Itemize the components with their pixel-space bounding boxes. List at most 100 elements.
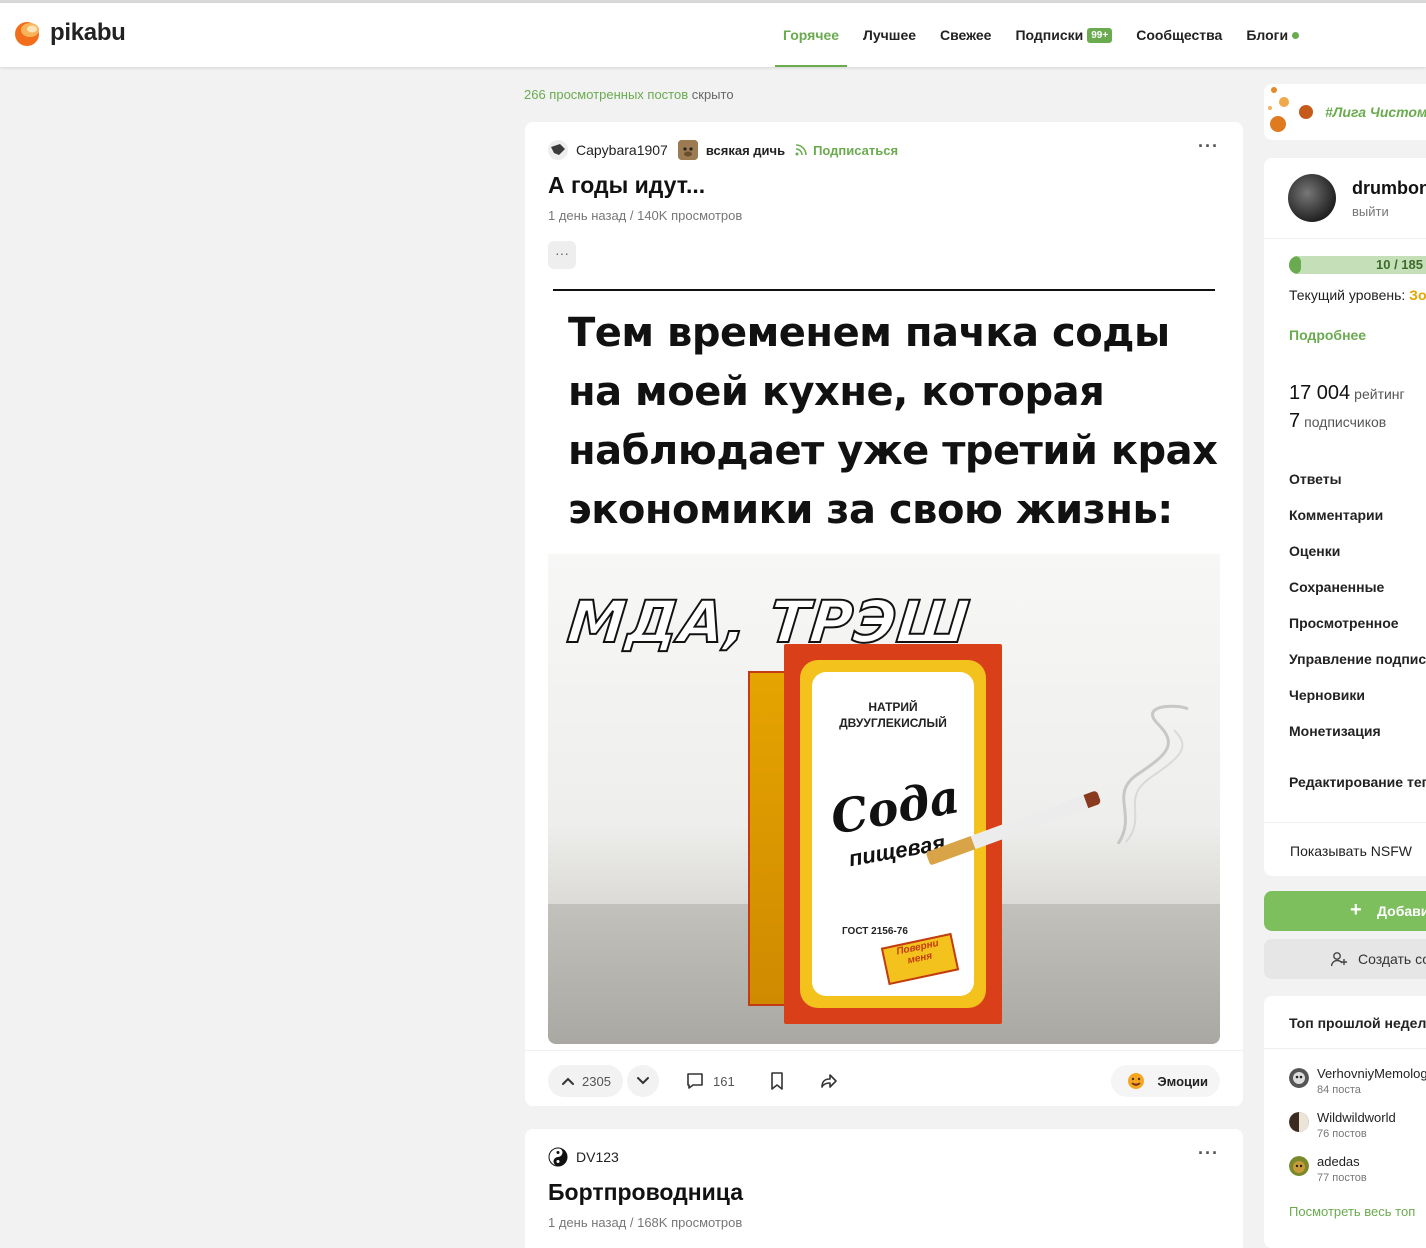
menu-saved[interactable]: Сохраненные — [1289, 579, 1384, 595]
nav-communities[interactable]: Сообщества — [1128, 3, 1230, 67]
level-progress: 10 / 185 — [1289, 256, 1426, 274]
emotions-label: Эмоции — [1157, 1073, 1208, 1089]
share-icon — [821, 1074, 837, 1088]
top-user-item[interactable]: VerhovniyMemolog 84 поста — [1289, 1066, 1426, 1096]
community-avatar[interactable] — [677, 140, 698, 160]
top-user-name: adedas — [1317, 1154, 1360, 1169]
nav-hot[interactable]: Горячее — [775, 3, 848, 67]
chevron-down-icon — [636, 1077, 649, 1085]
league-banner[interactable]: #Лига Чистомэ — [1264, 84, 1426, 140]
hidden-posts-link[interactable]: 266 просмотренных постов — [524, 87, 688, 102]
comments-button[interactable]: 161 — [685, 1065, 735, 1097]
current-level: Текущий уровень: Зо — [1289, 287, 1426, 303]
rating-label: рейтинг — [1354, 386, 1405, 402]
menu-comments[interactable]: Комментарии — [1289, 507, 1383, 523]
subscribe-button[interactable]: Подписаться — [795, 143, 898, 158]
top-user-item[interactable]: adedas 77 постов — [1289, 1154, 1367, 1184]
meme-caption: Тем временем пачка соды на моей кухне, к… — [568, 304, 1218, 540]
hidden-posts-suffix: скрыто — [691, 87, 734, 102]
emoji-icon — [1128, 1073, 1145, 1089]
nav-communities-label: Сообщества — [1136, 27, 1223, 43]
bookmark-icon — [771, 1072, 783, 1090]
author-avatar[interactable] — [548, 140, 568, 160]
menu-viewed[interactable]: Просмотренное — [1289, 615, 1399, 631]
post-title[interactable]: Бортпроводница — [548, 1179, 743, 1206]
nav-hot-label: Горячее — [783, 27, 840, 43]
nsfw-label: Показывать NSFW — [1290, 843, 1412, 859]
meme-overlay-text: МДА, ТРЭШ — [563, 587, 974, 657]
top-user-count: 77 постов — [1317, 1172, 1367, 1184]
top-week-panel: Топ прошлой недели VerhovniyMemolog 84 по… — [1264, 996, 1426, 1248]
share-button[interactable] — [819, 1065, 839, 1097]
nav-fresh[interactable]: Свежее — [932, 3, 999, 67]
post-more-menu-icon[interactable]: ··· — [1198, 1143, 1219, 1164]
meme-caption-line: экономики за свою жизнь: — [568, 487, 1173, 533]
blogs-dot — [1292, 31, 1300, 39]
smoke — [1116, 704, 1189, 844]
profile-name[interactable]: drumbone — [1352, 178, 1426, 199]
box-text-line2: ДВУУГЛЕКИСЛЫЙ — [839, 716, 947, 730]
top-all-link[interactable]: Посмотреть весь топ — [1289, 1204, 1415, 1219]
save-button[interactable] — [769, 1065, 785, 1097]
menu-monetization[interactable]: Монетизация — [1289, 723, 1381, 739]
emotions-button[interactable]: Эмоции — [1111, 1065, 1220, 1097]
level-progress-fill — [1289, 256, 1301, 274]
post-meta: 1 день назад / 140K просмотров — [548, 208, 743, 223]
box-gost: ГОСТ 2156-76 — [842, 926, 908, 937]
nav-best[interactable]: Лучшее — [855, 3, 924, 67]
nav-subscriptions-label: Подписки — [1015, 27, 1084, 43]
rating-stat: 17 004 рейтинг — [1289, 382, 1405, 405]
post-header: DV123 — [548, 1147, 629, 1167]
rating-value: 17 004 — [1289, 382, 1351, 404]
user-avatar — [1289, 1156, 1309, 1176]
rss-icon — [795, 144, 807, 156]
menu-drafts[interactable]: Черновики — [1289, 687, 1365, 703]
post-image[interactable]: Тем временем пачка соды на моей кухне, к… — [548, 288, 1220, 1044]
pikabu-logo[interactable]: pikabu — [14, 19, 126, 47]
nav-fresh-label: Свежее — [940, 27, 992, 43]
upvote-button[interactable]: 2305 — [548, 1065, 623, 1097]
user-avatar — [1289, 1112, 1309, 1132]
menu-answers[interactable]: Ответы — [1289, 471, 1342, 487]
level-label: Текущий уровень: — [1289, 287, 1406, 303]
menu-ratings[interactable]: Оценки — [1289, 543, 1340, 559]
nuts-icon — [1268, 87, 1313, 132]
downvote-button[interactable] — [626, 1065, 659, 1097]
meme-photo: НАТРИЙ ДВУУГЛЕКИСЛЫЙ Сода пищевая ГОСТ 2… — [548, 554, 1220, 1044]
create-community-button[interactable]: Создать со — [1264, 939, 1426, 979]
top-week-title: Топ прошлой недели — [1289, 1015, 1426, 1031]
profile-avatar[interactable] — [1288, 174, 1336, 222]
profile-divider — [1264, 238, 1426, 239]
menu-edit-tags[interactable]: Редактирование тегс — [1289, 774, 1426, 790]
level-value: Зо — [1409, 287, 1426, 303]
nav-best-label: Лучшее — [863, 27, 917, 43]
plus-icon: + — [1350, 899, 1362, 921]
tags-more-button[interactable]: ··· — [548, 241, 576, 269]
comments-count: 161 — [713, 1073, 735, 1089]
box-text-line1: НАТРИЙ — [868, 700, 918, 714]
top-week-divider — [1264, 1048, 1426, 1049]
subscribers-stat[interactable]: 7 подписчиков — [1289, 410, 1386, 433]
meme-caption-line: наблюдает уже третий крах — [568, 428, 1218, 474]
meme-divider — [553, 289, 1215, 291]
post-card: DV123 ··· Бортпроводница 1 день назад / … — [525, 1129, 1243, 1248]
post-community[interactable]: всякая дичь — [706, 143, 785, 158]
logo-text: pikabu — [50, 19, 126, 46]
soda-box: НАТРИЙ ДВУУГЛЕКИСЛЫЙ Сода пищевая ГОСТ 2… — [784, 644, 1002, 1024]
add-post-button[interactable]: + Добави — [1264, 891, 1426, 931]
vote-count: 2305 — [582, 1073, 611, 1089]
post-more-menu-icon[interactable]: ··· — [1198, 136, 1219, 157]
nav-blogs[interactable]: Блоги — [1238, 3, 1307, 67]
nav-subscriptions[interactable]: Подписки 99+ — [1007, 3, 1120, 67]
top-user-item[interactable]: Wildwildworld 76 постов — [1289, 1110, 1396, 1140]
top-user-count: 84 поста — [1317, 1084, 1361, 1096]
post-title[interactable]: А годы идут... — [548, 172, 705, 199]
comment-icon — [687, 1073, 703, 1089]
author-avatar[interactable] — [548, 1147, 568, 1167]
logout-link[interactable]: выйти — [1352, 204, 1389, 219]
post-author[interactable]: Capybara1907 — [576, 142, 668, 158]
post-author[interactable]: DV123 — [576, 1149, 619, 1165]
nsfw-toggle-row[interactable]: Показывать NSFW — [1264, 822, 1426, 876]
level-details-link[interactable]: Подробнее — [1289, 327, 1366, 343]
menu-subscriptions-manage[interactable]: Управление подписк — [1289, 651, 1426, 667]
